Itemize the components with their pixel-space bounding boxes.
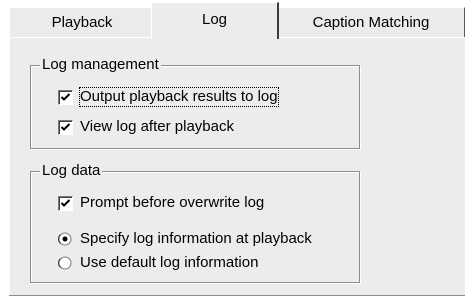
tab-caption-matching[interactable]: Caption Matching (277, 7, 465, 37)
specify-info-radio-row[interactable]: Specify log information at playback (58, 230, 338, 250)
log-data-title: Log data (40, 162, 103, 180)
view-log-label: View log after playback (80, 118, 234, 135)
log-options-dialog: Playback Log Caption Matching Log manage… (0, 0, 465, 301)
tab-caption-matching-label: Caption Matching (312, 14, 430, 31)
radio-selected-icon[interactable] (58, 232, 72, 246)
radio-unselected-icon[interactable] (58, 256, 72, 270)
tab-playback[interactable]: Playback (9, 7, 155, 37)
checkmark-icon (60, 199, 71, 207)
tab-playback-label: Playback (51, 14, 113, 31)
log-management-group: Log management Output playback results t… (30, 56, 360, 149)
tab-log[interactable]: Log (151, 2, 279, 39)
view-log-checkbox[interactable] (58, 120, 73, 135)
output-results-checkbox[interactable] (58, 90, 73, 105)
tab-log-label: Log (201, 11, 228, 28)
prompt-overwrite-checkbox-row[interactable]: Prompt before overwrite log (58, 194, 318, 214)
log-management-title: Log management (40, 56, 161, 74)
checkmark-icon (60, 123, 71, 131)
tab-page-log: Log management Output playback results t… (9, 37, 465, 295)
default-info-radio-row[interactable]: Use default log information (58, 254, 338, 274)
output-results-checkbox-row[interactable]: Output playback results to log (58, 87, 318, 108)
prompt-overwrite-checkbox[interactable] (58, 196, 73, 211)
view-log-checkbox-row[interactable]: View log after playback (58, 118, 318, 138)
prompt-overwrite-label: Prompt before overwrite log (80, 194, 265, 211)
output-results-label: Output playback results to log (79, 87, 279, 107)
specify-info-label: Specify log information at playback (80, 230, 312, 247)
checkmark-icon (60, 93, 71, 101)
log-data-group: Log data Prompt before overwrite log Spe… (30, 162, 360, 283)
default-info-label: Use default log information (80, 254, 259, 271)
